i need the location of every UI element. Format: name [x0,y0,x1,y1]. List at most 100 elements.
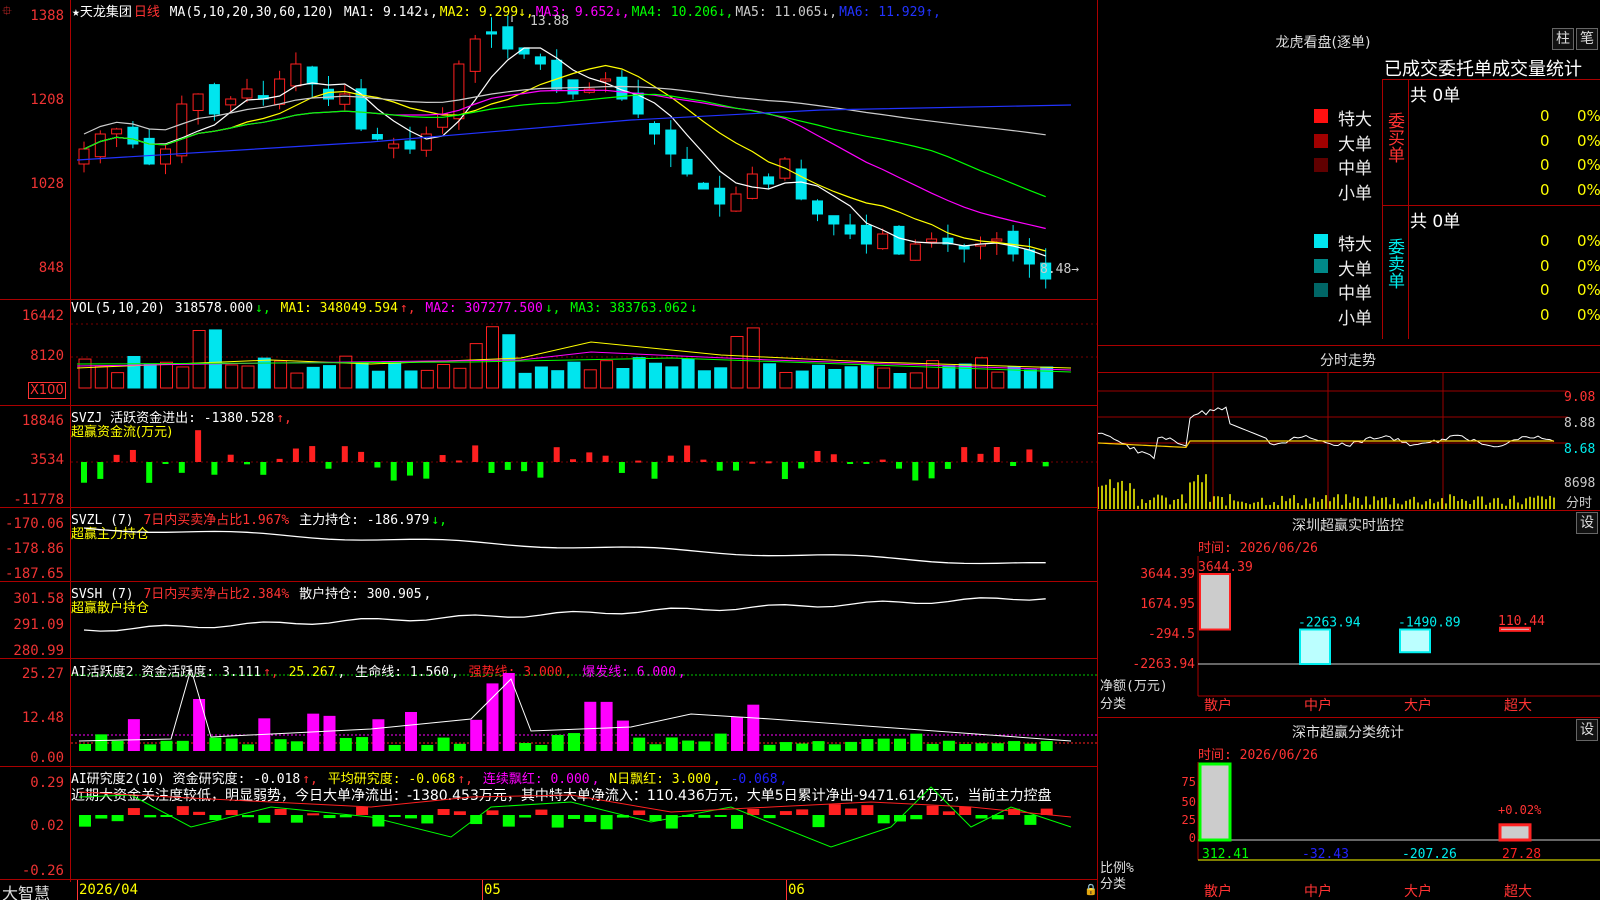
activity-bar [339,737,352,751]
flow-bar [863,462,870,464]
flow-bar [195,430,202,462]
research-bar [535,809,548,815]
activity-bar [470,719,483,751]
activity-bar [193,698,206,751]
activity-bar [1008,741,1021,751]
main-position-line [83,527,1046,565]
bar-value-label: 3644.39 [1198,560,1253,575]
flow-bar [129,449,136,462]
flow-bar [1042,462,1049,467]
brand-label[interactable]: 大智慧 [2,880,50,900]
buy-side-label: 委买单 [1384,112,1404,163]
date-label: 2026/04 [79,882,139,898]
candle [111,128,123,135]
monitor-title: 深圳超赢实时监控 [1292,518,1404,534]
research-bar [95,815,108,819]
y-tick: 50 [1182,795,1196,809]
candlestick-chart[interactable] [71,0,1097,299]
volume-bar [795,370,809,389]
volume-bar [567,361,581,389]
intraday-vol-label: 8698 [1564,476,1596,491]
flow-bar [553,447,560,462]
y-tick: 18846 [21,413,64,429]
monitor-settings-button[interactable]: 设 [1576,512,1598,534]
candle [1023,249,1035,265]
volume-bar [323,365,336,389]
order-count: 0 [1540,180,1550,199]
volume-bar [143,363,157,389]
y-tick: 8.68 [1564,442,1596,457]
bar-value-label: 312.41 [1202,847,1249,862]
flow-bar [716,462,723,471]
candle [893,225,905,255]
flow-bar [488,462,495,473]
order-count: 0 [1540,305,1550,324]
monitor-bar [1399,628,1431,654]
activity-bar [682,740,695,751]
category-label: 散户 [1204,697,1232,714]
bar-value-label: -2263.94 [1298,616,1361,631]
y-tick: 8120 [30,348,64,364]
activity-bar [111,740,124,751]
order-type-label: 特大 [1338,110,1372,130]
activity-bar [209,737,222,751]
flow-bar [814,450,821,462]
y-tick: 0.29 [30,775,64,791]
classify-settings-button[interactable]: 设 [1576,719,1598,741]
high-mark: 13.88 [530,14,570,29]
low-mark: 8.48→ [1040,262,1080,277]
research-bar [828,804,841,815]
activity-bar [894,738,906,751]
research-bar [600,815,613,830]
lock-icon[interactable]: 🔒 [1084,883,1098,896]
activity-bar [779,742,792,751]
date-tick [77,880,78,900]
candle [665,129,677,155]
candle [551,59,563,90]
order-type-label: 小单 [1338,183,1372,204]
research-bar [926,805,939,815]
candle [730,193,742,212]
candle [78,148,90,165]
legend-swatch [1314,234,1328,248]
candle [371,134,383,140]
candle [290,63,302,87]
research-bar [698,815,711,818]
avg-price-line [1098,440,1554,449]
activity-bar [356,737,369,751]
intraday-chart[interactable] [1098,373,1568,509]
retail-position-chart [83,597,1046,632]
candle [795,168,807,200]
pen-button[interactable]: 笔 [1576,28,1598,50]
flow-bar [162,462,169,464]
activity-bar [144,744,157,751]
volume-bar [225,364,239,389]
volume-bar [600,360,614,389]
research-bar [405,815,417,819]
activity-bar [95,734,108,751]
order-type-label: 大单 [1338,259,1372,280]
flow-bar [570,459,576,462]
research-bar [323,815,336,819]
activity-bar [160,740,173,751]
candle [388,143,400,149]
flow-bar [684,445,691,462]
monitor-bar [1199,573,1231,631]
research-bar [519,815,532,818]
y-tick: 301.58 [13,591,64,607]
research-bar [779,811,792,815]
volume-bar [551,370,565,389]
flow-bar [341,446,348,462]
candle [404,140,416,150]
volume-bar [78,358,92,389]
research-bar [453,811,466,815]
category-label: 散户 [1204,883,1232,900]
bar-button[interactable]: 柱 [1552,28,1574,50]
volume-bar [420,369,434,389]
ma6-line [76,104,1072,161]
order-count: 0 [1540,107,1550,125]
candle [160,148,171,165]
category-label: 中户 [1304,697,1332,714]
research-bar [633,810,646,815]
y-tick: -11778 [13,492,64,508]
